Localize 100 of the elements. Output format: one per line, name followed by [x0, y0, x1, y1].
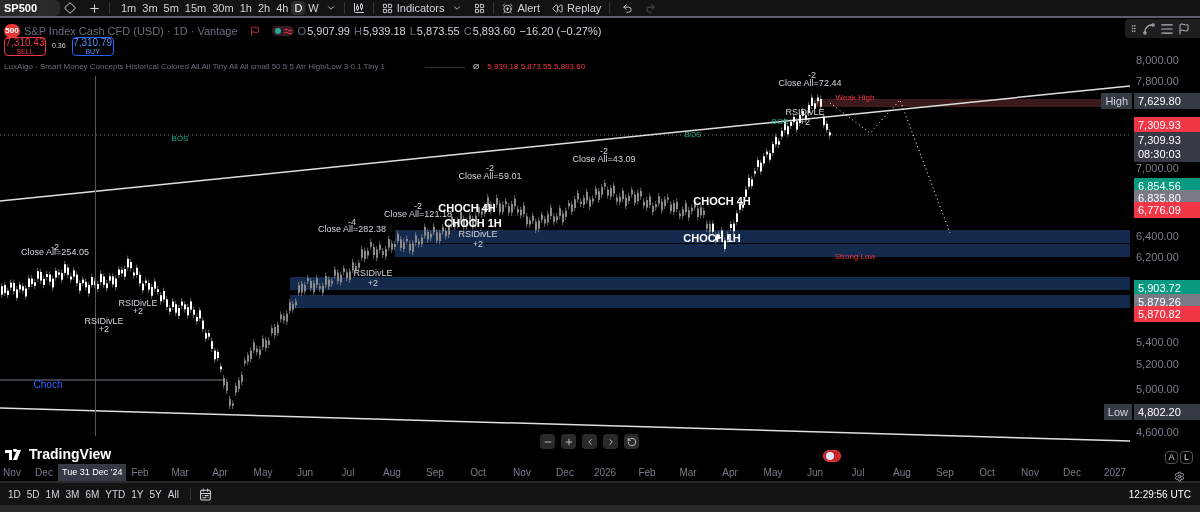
time-tick: Nov — [513, 468, 531, 478]
range-button[interactable]: 1M — [42, 486, 63, 502]
price-tick: 6,200.00 — [1136, 252, 1179, 263]
chart-annotation: Close All=282.38 — [318, 225, 386, 234]
range-button[interactable]: 1Y — [128, 486, 147, 502]
ohlc-key: O — [297, 23, 307, 40]
settings-icon[interactable] — [1174, 471, 1185, 482]
scale-button[interactable]: L — [1180, 451, 1193, 464]
zoom-in-button[interactable] — [561, 434, 576, 449]
chart-annotation: -4 — [348, 218, 356, 227]
time-tick: Aug — [383, 468, 401, 478]
ohlc-value: 5,873.55 — [416, 24, 460, 39]
interval-tab[interactable]: D — [291, 1, 306, 15]
range-button[interactable]: All — [164, 486, 182, 502]
time-tick: Jul — [851, 468, 865, 478]
interval-tab[interactable]: 4h — [273, 1, 292, 15]
price-change: −16.20 (−0.27%) — [519, 24, 602, 39]
add-icon[interactable] — [88, 1, 101, 15]
time-tick: Mar — [171, 468, 189, 478]
chart-annotation: RSIDivLE — [353, 269, 393, 278]
chart-annotation: +2 — [98, 325, 110, 334]
price-tick: 7,000.00 — [1136, 163, 1179, 174]
trend-line-icon[interactable] — [1142, 21, 1156, 36]
chart-annotation: -2 — [808, 71, 816, 80]
chart-annotation: RSIDivLE — [84, 317, 124, 326]
price-tick: 7,800.00 — [1136, 76, 1179, 87]
time-tick: Nov — [1021, 468, 1039, 478]
ohlc-value: 5,893.60 — [472, 24, 516, 39]
range-button[interactable]: 5D — [23, 486, 43, 502]
caret-icon[interactable] — [325, 3, 336, 13]
price-caption: High — [1101, 93, 1132, 109]
plus-icon — [563, 436, 574, 447]
chart-annotation: BOS — [684, 131, 702, 139]
time-tick: 2027 — [1103, 468, 1127, 478]
replay-button[interactable]: Replay — [552, 0, 602, 17]
indicators-button[interactable]: Indicators — [381, 0, 445, 17]
chart-annotation: Close All=72.44 — [778, 79, 842, 88]
chart-annotation: Close All=254.05 — [21, 248, 89, 257]
interval-tab[interactable]: 5m — [160, 1, 182, 15]
price-badge: 7,309.93 — [1134, 117, 1200, 133]
price-badge: 5,870.82 — [1134, 306, 1200, 322]
time-tick: Aug — [893, 468, 911, 478]
zoom-out-button[interactable] — [540, 434, 555, 449]
range-button[interactable]: 6M — [82, 486, 103, 502]
date-range-icon[interactable] — [198, 487, 212, 501]
interval-tab[interactable]: 1h — [236, 1, 255, 15]
range-button[interactable]: YTD — [102, 486, 129, 502]
brand-name: TradingView — [29, 445, 112, 464]
chart-annotation: -2 — [486, 164, 494, 173]
scroll-right-button[interactable] — [603, 434, 618, 449]
time-tick: Dec — [556, 468, 574, 478]
interval-tab[interactable]: 3m — [139, 1, 161, 15]
time-tick: Jul — [341, 468, 355, 478]
price-badge: 4,802.20 — [1134, 404, 1200, 420]
caret-icon[interactable] — [452, 3, 463, 13]
chart-annotation: RSIDivLE — [118, 299, 158, 308]
time-tick: Jun — [806, 468, 824, 478]
clock: 12:29:56 UTC — [1128, 487, 1191, 502]
price-tick: 8,000.00 — [1136, 55, 1179, 66]
chart-annotation: +2 — [799, 118, 811, 127]
diamond-icon[interactable] — [64, 2, 76, 14]
drag-handle-icon[interactable] — [1129, 24, 1138, 33]
price-tick: 5,400.00 — [1136, 337, 1179, 348]
interval-tab[interactable]: 1m — [118, 1, 140, 15]
chart-annotation: Strong Low — [834, 253, 876, 261]
time-tick: Nov — [3, 468, 21, 478]
ohlc-key: C — [463, 23, 472, 40]
range-button[interactable]: 3M — [62, 486, 83, 502]
indicator-values: 5,939.18 5,873.55 5,893.60 — [487, 61, 586, 73]
symbol-search-field[interactable]: SP500 — [0, 0, 60, 16]
chart-annotation: Weak High — [835, 94, 875, 102]
candlestick-icon[interactable] — [352, 2, 365, 14]
undo-icon[interactable] — [622, 2, 634, 14]
time-tick: May — [763, 468, 783, 478]
price-caption: Low — [1103, 404, 1132, 420]
chart-annotation: -2 — [414, 202, 422, 211]
interval-tab[interactable]: 30m — [209, 1, 237, 15]
time-tick: Feb — [131, 468, 149, 478]
interval-tab[interactable]: 2h — [254, 1, 274, 15]
time-tick: Feb — [638, 468, 656, 478]
time-tick: Apr — [212, 468, 228, 478]
ohlc-key: L — [409, 23, 416, 40]
ohlc-value: 5,907.99 — [307, 24, 350, 39]
scale-button[interactable]: A — [1165, 451, 1178, 464]
lines-icon[interactable] — [1160, 21, 1174, 36]
chart-annotation: Close All=59.01 — [458, 172, 522, 181]
time-tick: Jun — [296, 468, 314, 478]
scroll-left-button[interactable] — [582, 434, 597, 449]
interval-tab[interactable]: 15m — [181, 1, 210, 15]
price-tick: 5,200.00 — [1136, 359, 1179, 370]
range-button[interactable]: 5Y — [146, 486, 165, 502]
reset-icon — [626, 436, 637, 447]
interval-tab[interactable]: W — [305, 1, 322, 15]
reset-button[interactable] — [624, 434, 639, 449]
chart-annotation: +2 — [472, 240, 484, 249]
time-tick: Dec — [1063, 468, 1081, 478]
layout-icon[interactable] — [474, 2, 486, 14]
range-button[interactable]: 1D — [5, 486, 24, 502]
alert-button[interactable]: Alert — [502, 0, 541, 17]
chart-annotation: CHOCH 1H — [444, 218, 502, 229]
